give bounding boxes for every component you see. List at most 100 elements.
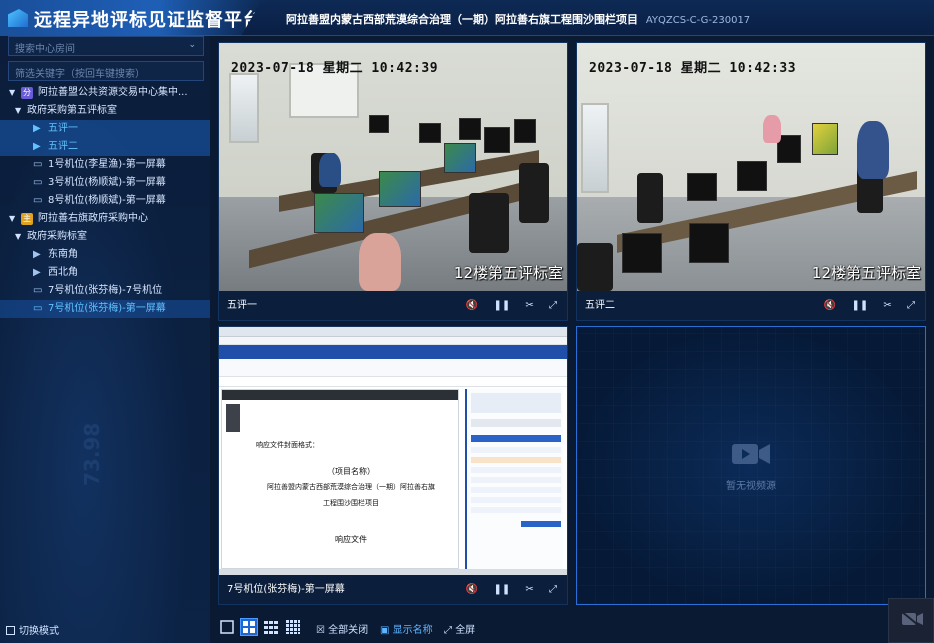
pause-icon[interactable]: ❚❚	[493, 575, 510, 604]
tree-label: 7号机位(张芬梅)-7号机位	[48, 285, 163, 296]
show-name-icon: ▣	[380, 625, 390, 636]
caret-down-icon[interactable]: ▼	[9, 210, 15, 228]
tile-bar: 五评二 🔇 ❚❚ ✂ ⤢	[577, 291, 925, 320]
tile-controls: 🔇 ❚❚ ✂ ⤢	[812, 291, 915, 320]
center-badge-icon: 分	[21, 87, 33, 99]
tree-center-alashan-youqi[interactable]: ▼ 主 阿拉善右旗政府采购中心	[0, 210, 210, 228]
layout-2x2-button[interactable]	[240, 618, 258, 636]
app-header: 远程异地评标见证监督平台 阿拉善盟内蒙古西部荒漠综合治理（一期）阿拉善右旗工程围…	[0, 0, 934, 36]
layout-quad-icon	[243, 621, 255, 633]
project-title: 阿拉善盟内蒙古西部荒漠综合治理（一期）阿拉善右旗工程围沙围栏项目 AYQZCS-…	[286, 11, 750, 27]
corner-tool-button[interactable]	[888, 598, 934, 643]
brand-banner: 远程异地评标见证监督平台	[0, 0, 262, 36]
document-page: 响应文件封面格式： （项目名称） 阿拉善盟内蒙古西部荒漠综合治理（一期）阿拉善右…	[246, 404, 456, 568]
caret-down-icon[interactable]: ▼	[15, 228, 21, 246]
doc-heading: 响应文件封面格式：	[256, 441, 319, 449]
video-tile-1[interactable]: 2023-07-18 星期二 10:42:39 12楼第五评标室 五评一 🔇 ❚…	[218, 42, 568, 321]
doc-project-line-2: 工程围沙围栏项目	[323, 499, 379, 507]
layout-sixteen-icon	[286, 620, 300, 634]
monitor-icon: ▭	[33, 285, 43, 296]
keyword-filter-input[interactable]: 筛选关键字（按回车键搜索）	[8, 61, 204, 81]
layout-1x1-button[interactable]	[218, 618, 236, 636]
room-search-select[interactable]: 搜索中心房间 ⌄	[8, 36, 204, 56]
logo-icon	[8, 9, 28, 27]
tile-controls: 🔇 ❚❚ ✂ ⤢	[454, 291, 557, 320]
background-decoration: 73.98	[80, 422, 104, 486]
monitor-icon: ▭	[33, 195, 43, 206]
video-feed: 2023-07-18 星期二 10:42:39 12楼第五评标室	[219, 43, 567, 291]
switch-mode-label: 切换模式	[19, 626, 59, 637]
tree-camera-wuping-1[interactable]: ▶ 五评一	[0, 120, 210, 138]
pause-icon[interactable]: ❚❚	[851, 291, 868, 320]
tree-label: 阿拉善盟公共资源交易中心集中...	[38, 87, 188, 98]
show-name-button[interactable]: ▣ 显示名称	[380, 621, 433, 636]
sidebar: 搜索中心房间 ⌄ 筛选关键字（按回车键搜索） ▼ 分 阿拉善盟公共资源交易中心集…	[0, 36, 210, 643]
tree-monitor-3[interactable]: ▭ 3号机位(杨顺斌)-第一屏幕	[0, 174, 210, 192]
video-wall: 2023-07-18 星期二 10:42:39 12楼第五评标室 五评一 🔇 ❚…	[210, 36, 934, 643]
cut-icon[interactable]: ✂	[883, 291, 891, 320]
fullscreen-icon: ⤢	[444, 625, 452, 636]
layout-nine-icon	[264, 621, 278, 634]
tree-label: 3号机位(杨顺斌)-第一屏幕	[48, 177, 166, 188]
camera-icon: ▶	[33, 249, 41, 260]
no-video-icon	[900, 610, 924, 630]
caret-down-icon[interactable]: ▼	[15, 102, 21, 120]
expand-icon[interactable]: ⤢	[549, 575, 557, 604]
tree-label: 阿拉善右旗政府采购中心	[38, 213, 148, 224]
close-all-icon: ☒	[316, 625, 325, 636]
doc-project-placeholder: （项目名称）	[327, 467, 375, 476]
tile-bar: 7号机位(张芬梅)-第一屏幕 🔇 ❚❚ ✂ ⤢	[219, 575, 567, 604]
center-badge-icon: 主	[21, 213, 33, 225]
fullscreen-button[interactable]: ⤢ 全屏	[444, 621, 475, 636]
cut-icon[interactable]: ✂	[525, 291, 533, 320]
camera-icon: ▶	[33, 267, 41, 278]
caret-down-icon[interactable]: ▼	[9, 84, 15, 102]
mute-icon[interactable]: 🔇	[466, 575, 478, 604]
tree-camera-northwest[interactable]: ▶ 西北角	[0, 264, 210, 282]
tile-controls: 🔇 ❚❚ ✂ ⤢	[454, 575, 557, 604]
layout-3x3-button[interactable]	[262, 618, 280, 636]
tree-label: 7号机位(张芬梅)-第一屏幕	[48, 303, 166, 314]
camera-icon: ▶	[33, 123, 41, 134]
expand-icon[interactable]: ⤢	[549, 291, 557, 320]
video-tile-2[interactable]: 2023-07-18 星期二 10:42:33 12楼第五评标室 五评二 🔇 ❚…	[576, 42, 926, 321]
tree-monitor-7-screen[interactable]: ▭ 7号机位(张芬梅)-第一屏幕	[0, 300, 210, 318]
tree-camera-southeast[interactable]: ▶ 东南角	[0, 246, 210, 264]
device-tree: ▼ 分 阿拉善盟公共资源交易中心集中... ▼ 政府采购第五评标室 ▶ 五评一 …	[0, 84, 210, 318]
close-all-button[interactable]: ☒ 全部关闭	[316, 621, 368, 636]
close-all-label: 全部关闭	[328, 625, 369, 636]
cut-icon[interactable]: ✂	[525, 575, 533, 604]
mute-icon[interactable]: 🔇	[824, 291, 836, 320]
tile-name: 五评二	[585, 300, 615, 311]
tree-monitor-7-seat[interactable]: ▭ 7号机位(张芬梅)-7号机位	[0, 282, 210, 300]
chevron-down-icon[interactable]: ⌄	[188, 40, 196, 50]
room-search-placeholder: 搜索中心房间	[15, 44, 75, 55]
keyword-filter-placeholder: 筛选关键字（按回车键搜索）	[15, 69, 145, 80]
tree-label: 西北角	[48, 267, 78, 278]
video-tile-4-empty[interactable]: 暂无视频源	[576, 326, 926, 605]
pause-icon[interactable]: ❚❚	[493, 291, 510, 320]
switch-mode-icon	[6, 626, 15, 635]
mute-icon[interactable]: 🔇	[466, 291, 478, 320]
tree-monitor-8[interactable]: ▭ 8号机位(杨顺斌)-第一屏幕	[0, 192, 210, 210]
video-room-label: 12楼第五评标室	[811, 264, 921, 282]
tree-room-gov-5[interactable]: ▼ 政府采购第五评标室	[0, 102, 210, 120]
video-timestamp: 2023-07-18 星期二 10:42:33	[589, 61, 797, 76]
show-name-label: 显示名称	[392, 625, 433, 636]
screen-feed: 响应文件封面格式： （项目名称） 阿拉善盟内蒙古西部荒漠综合治理（一期）阿拉善右…	[219, 327, 567, 575]
tree-monitor-1[interactable]: ▭ 1号机位(李星渔)-第一屏幕	[0, 156, 210, 174]
tile-bar: 五评一 🔇 ❚❚ ✂ ⤢	[219, 291, 567, 320]
monitor-icon: ▭	[33, 303, 43, 314]
document-side-panel	[465, 389, 563, 569]
tile-name: 五评一	[227, 300, 257, 311]
switch-mode-button[interactable]: 切换模式	[6, 622, 59, 637]
video-tile-3[interactable]: 响应文件封面格式： （项目名称） 阿拉善盟内蒙古西部荒漠综合治理（一期）阿拉善右…	[218, 326, 568, 605]
video-camera-icon	[732, 444, 770, 464]
tree-camera-wuping-2[interactable]: ▶ 五评二	[0, 138, 210, 156]
tree-center-alashan-league[interactable]: ▼ 分 阿拉善盟公共资源交易中心集中...	[0, 84, 210, 102]
layout-4x4-button[interactable]	[284, 618, 302, 636]
layout-single-icon	[220, 620, 234, 634]
doc-type: 响应文件	[335, 535, 367, 544]
expand-icon[interactable]: ⤢	[907, 291, 915, 320]
tree-room-gov[interactable]: ▼ 政府采购标室	[0, 228, 210, 246]
